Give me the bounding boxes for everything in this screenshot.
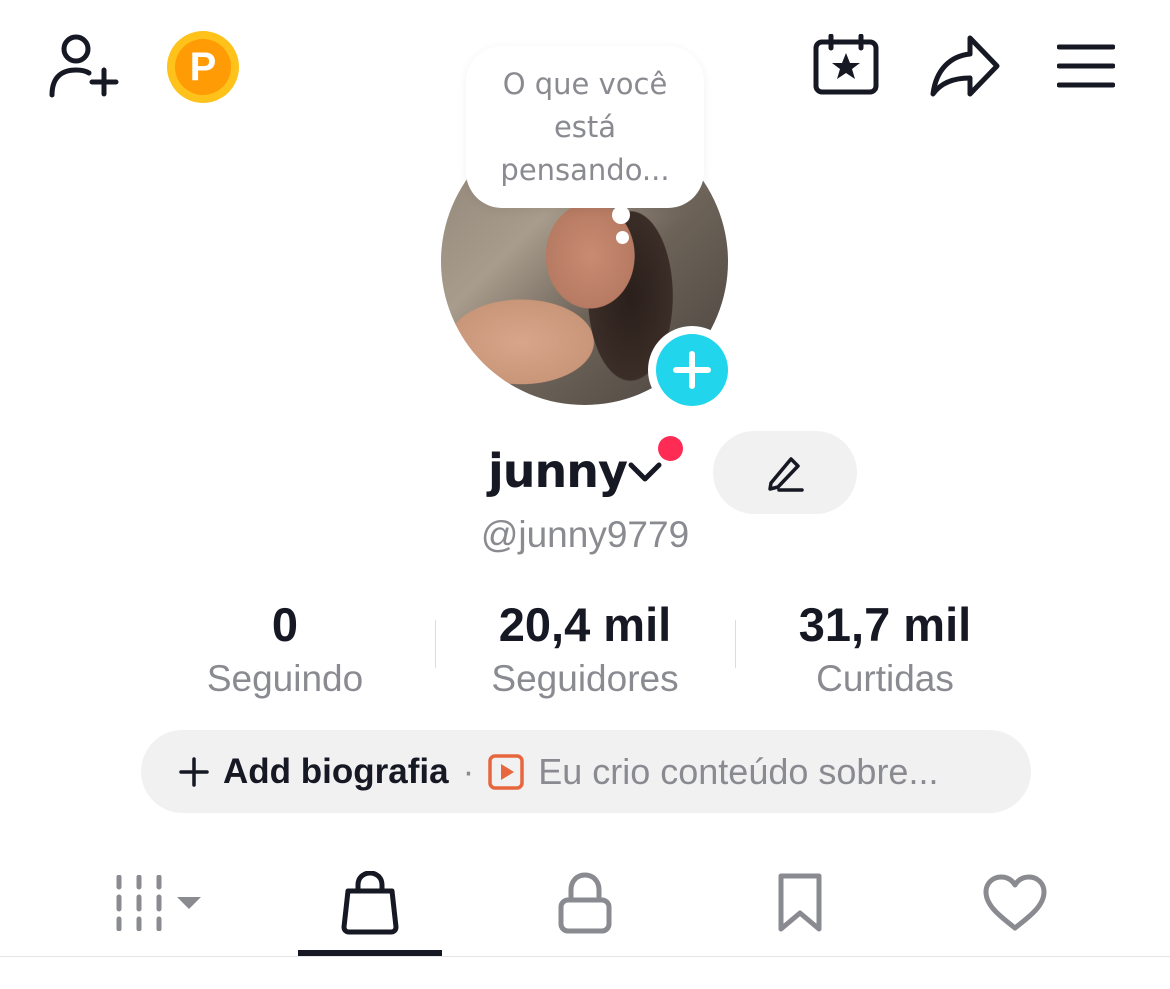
stat-label: Curtidas [816,658,954,699]
tab-saved[interactable] [740,850,860,955]
handle-text: @junny9779 [480,514,690,555]
edit-profile-button[interactable] [713,431,857,514]
add-story-button[interactable] [648,326,736,414]
username-handle: @junny9779 [0,514,1170,556]
calendar-star-icon[interactable] [813,34,879,96]
coins-button[interactable]: P [167,31,239,103]
dropdown-caret-icon [177,896,201,909]
thought-bubble-tail [612,206,630,224]
plus-icon [656,334,728,406]
stat-label: Seguidores [491,658,679,699]
stat-following[interactable]: 0 Seguindo [155,596,415,704]
coin-p-icon: P [175,39,231,95]
display-name[interactable]: junny [488,444,628,504]
stat-value: 0 [271,598,299,651]
heart-icon [983,874,1047,932]
tab-liked[interactable] [955,850,1075,955]
add-bio-label: Add biografia [223,751,449,791]
chevron-down-icon[interactable] [627,460,663,484]
thought-bubble-text: O que você está pensando... [500,66,670,187]
video-play-icon [488,753,524,790]
add-friend-icon[interactable] [48,32,120,98]
notification-dot [658,436,683,461]
tab-shop[interactable] [298,850,442,955]
tab-private[interactable] [525,850,645,955]
bio-prompt-text: Eu crio conteúdo sobre... [538,750,939,792]
plus-icon [179,756,209,787]
stat-value: 31,7 mil [798,598,972,651]
grid-icon [113,874,203,931]
stat-label: Seguindo [206,658,364,699]
thought-bubble[interactable]: O que você está pensando... [466,46,704,208]
thought-bubble-tail-dot [616,231,629,244]
tabs-divider [0,956,1170,957]
stat-value: 20,4 mil [498,598,672,651]
share-icon[interactable] [930,34,1000,98]
lock-icon [557,871,613,934]
menu-icon[interactable] [1057,44,1115,88]
stat-likes[interactable]: 31,7 mil Curtidas [755,596,1015,704]
tab-videos[interactable] [98,850,218,955]
add-bio-button[interactable]: Add biografia · Eu crio conteúdo sobre..… [141,730,1031,813]
bio-separator: · [462,751,475,791]
pencil-icon [765,453,805,493]
bookmark-icon [776,873,824,933]
stat-divider [735,620,736,668]
stat-followers[interactable]: 20,4 mil Seguidores [455,596,715,704]
stat-divider [435,620,436,668]
shopping-bag-icon [340,870,400,935]
